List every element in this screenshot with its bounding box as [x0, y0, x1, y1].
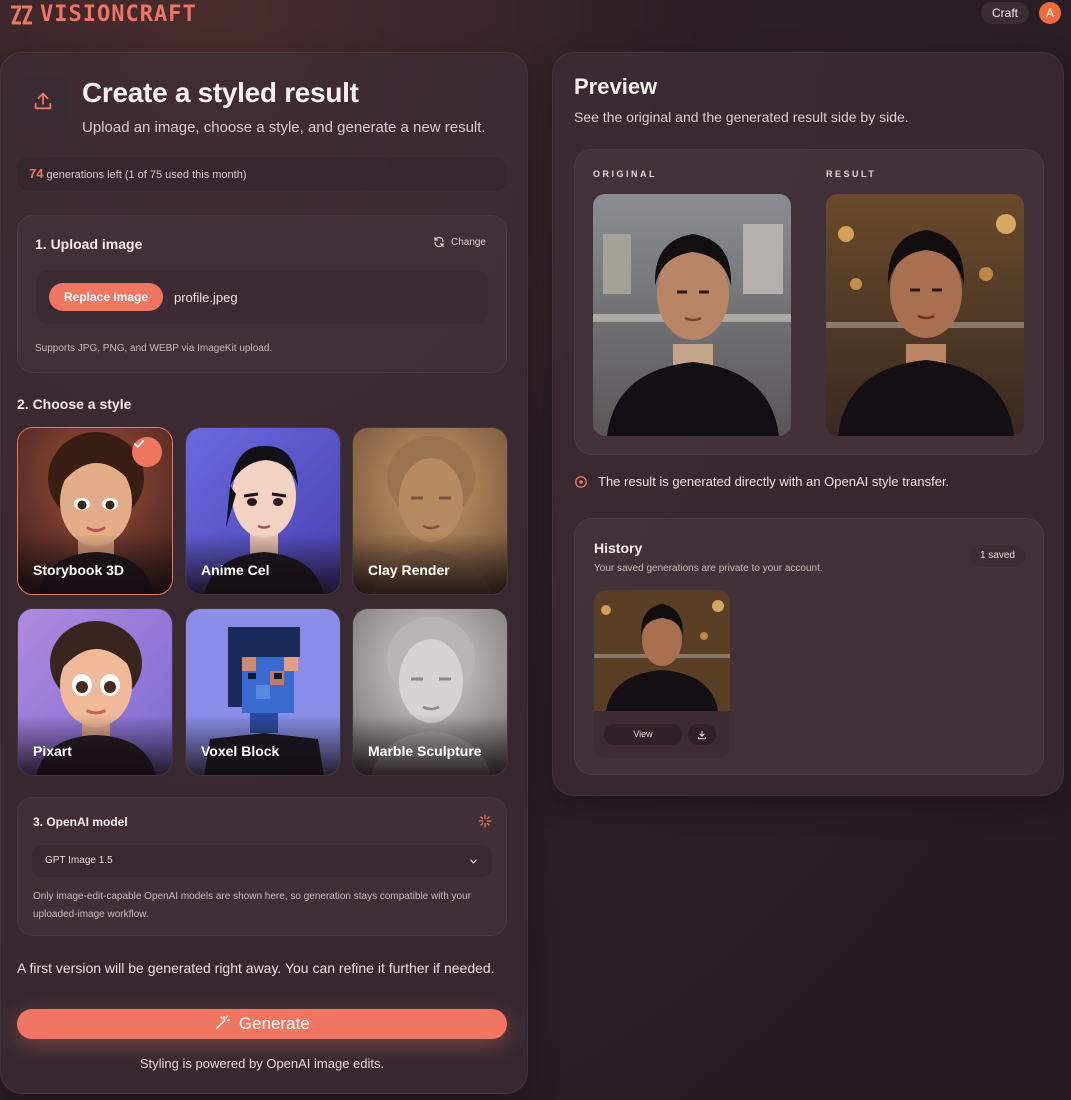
compare-card: ORIGINAL RESULT: [574, 149, 1044, 455]
history-title: History: [594, 540, 643, 556]
quota-count: 74: [29, 166, 44, 181]
style-label: Clay Render: [368, 562, 450, 578]
preview-subtitle: See the original and the generated resul…: [574, 109, 909, 125]
style-storybook-3d[interactable]: Storybook 3D: [17, 427, 173, 595]
history-subtitle: Your saved generations are private to yo…: [594, 563, 823, 574]
create-panel: Create a styled result Upload an image, …: [0, 52, 528, 1094]
avatar[interactable]: A: [1039, 2, 1061, 24]
change-button[interactable]: Change: [433, 236, 486, 248]
view-button[interactable]: View: [604, 724, 682, 745]
notice-text: The result is generated directly with an…: [598, 474, 950, 489]
magic-wand-icon: [216, 1015, 231, 1030]
generate-button[interactable]: Generate: [17, 1009, 507, 1039]
logo-icon: [11, 5, 33, 24]
top-bar: VISIONCRAFT Craft A: [0, 0, 1071, 30]
style-section-title: 2. Choose a style: [17, 396, 132, 412]
saved-count-badge: 1 saved: [969, 545, 1025, 567]
powered-by: Styling is powered by OpenAI image edits…: [139, 1056, 385, 1071]
upload-title: 1. Upload image: [35, 236, 143, 252]
generate-label: Generate: [238, 1014, 310, 1033]
style-voxel-block[interactable]: Voxel Block: [185, 608, 341, 776]
model-select[interactable]: GPT Image 1.5: [32, 845, 492, 877]
style-label: Pixart: [33, 743, 72, 759]
model-card: 3. OpenAI model GPT Image 1.5 Only image…: [17, 797, 507, 936]
upload-tile: [17, 75, 69, 127]
model-note: Only image-edit-capable OpenAI models ar…: [33, 891, 472, 920]
style-marble-sculpture[interactable]: Marble Sculpture: [352, 608, 508, 776]
upload-card: 1. Upload image Change Replace Image pro…: [17, 215, 507, 373]
replace-image-button[interactable]: Replace Image: [49, 283, 164, 311]
refresh-icon: [434, 236, 444, 248]
result-image: [826, 194, 1024, 436]
style-label: Marble Sculpture: [368, 743, 482, 759]
info-circle-icon: [575, 475, 587, 488]
quota-text: generations left: [46, 169, 122, 181]
style-label: Anime Cel: [201, 562, 270, 578]
sparkle-icon: [478, 814, 492, 828]
preview-panel: Preview See the original and the generat…: [552, 52, 1064, 796]
style-label: Storybook 3D: [33, 562, 125, 578]
supported-formats: Supports JPG, PNG, and WEBP via ImageKit…: [35, 343, 273, 354]
style-clay-render[interactable]: Clay Render: [352, 427, 508, 595]
original-caption: ORIGINAL: [593, 169, 657, 179]
history-card: History Your saved generations are priva…: [574, 518, 1044, 775]
style-transfer-notice: The result is generated directly with an…: [574, 474, 949, 489]
model-selected-value: GPT Image 1.5: [45, 855, 113, 866]
style-label: Voxel Block: [201, 743, 280, 759]
model-title: 3. OpenAI model: [33, 815, 128, 829]
change-label: Change: [450, 236, 486, 248]
style-anime-cel[interactable]: Anime Cel: [185, 427, 341, 595]
filename: profile.jpeg: [174, 290, 238, 305]
history-item: View: [594, 590, 730, 758]
page-title: Create a styled result: [82, 77, 359, 108]
download-icon: [698, 730, 706, 739]
preview-title: Preview: [574, 74, 658, 99]
generation-info: A first version will be generated right …: [17, 960, 495, 976]
quota-bar: 74 generations left (1 of 75 used this m…: [17, 157, 507, 191]
page-subtitle: Upload an image, choose a style, and gen…: [82, 119, 486, 136]
brand-name: VISIONCRAFT: [40, 2, 197, 27]
result-caption: RESULT: [826, 169, 877, 179]
original-image: [593, 194, 791, 436]
brand[interactable]: VISIONCRAFT: [8, 2, 197, 27]
upload-icon: [34, 92, 52, 110]
download-button[interactable]: [688, 724, 716, 745]
history-thumbnail[interactable]: [594, 590, 730, 711]
craft-nav-button[interactable]: Craft: [981, 2, 1030, 24]
style-pixart[interactable]: Pixart: [17, 608, 173, 776]
chevron-down-icon: [470, 859, 477, 864]
quota-detail: (1 of 75 used this month): [124, 169, 247, 181]
selected-check-icon: [132, 437, 162, 467]
file-row: Replace Image profile.jpeg: [36, 270, 488, 324]
